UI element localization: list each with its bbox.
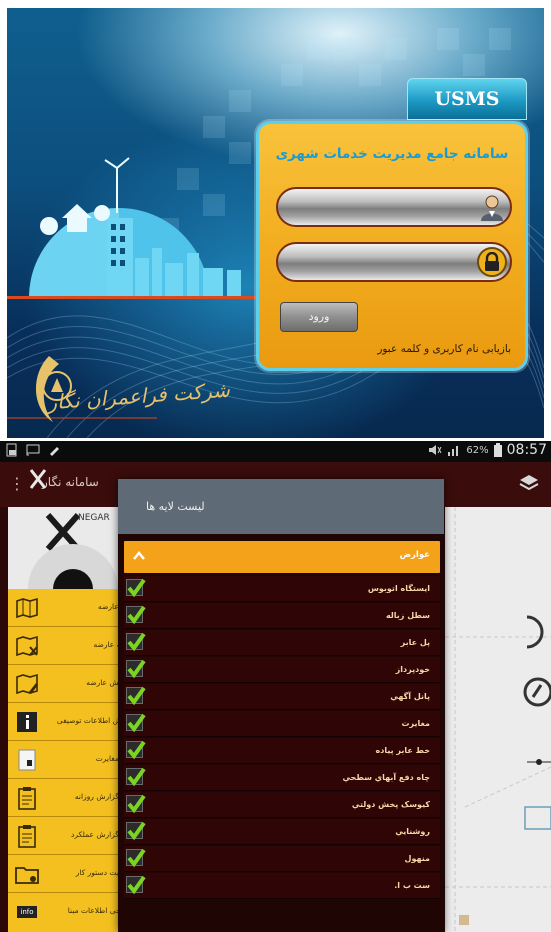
clipboard-icon (14, 822, 40, 850)
info-badge: info (17, 906, 37, 918)
recover-credentials-link[interactable]: بازیابی نام کاربری و کلمه عبور (377, 343, 511, 355)
notification-image-icon (6, 443, 17, 457)
layer-checkbox[interactable] (126, 578, 146, 598)
screenshot-root: شرکت فراعمران نگار USMS سامانه جامع مدیر… (0, 0, 551, 932)
layer-checkbox[interactable] (126, 713, 146, 733)
layer-checkbox[interactable] (126, 848, 146, 868)
layer-row[interactable]: خودپرداز (124, 657, 440, 683)
dialog-title: لیست لایه ها (146, 500, 205, 513)
login-screen: شرکت فراعمران نگار USMS سامانه جامع مدیر… (7, 8, 544, 438)
layer-label: پانل آگهي (390, 692, 430, 701)
layer-label: کیوسک پخش دولتي (351, 800, 430, 809)
drawer-brand-text: NEGAR (78, 513, 110, 523)
layer-checkbox[interactable] (126, 659, 146, 679)
checkmark-icon (127, 605, 146, 625)
map-edit-icon (14, 670, 40, 698)
usms-brand-tab: USMS (407, 78, 527, 120)
info-badge-icon: info (14, 898, 40, 926)
status-system: 62% 08:57 (428, 442, 547, 458)
layer-row[interactable]: کیوسک پخش دولتي (124, 792, 440, 818)
login-button[interactable]: ورود (280, 302, 358, 332)
layer-row[interactable]: سطل زباله (124, 603, 440, 629)
layer-checkbox[interactable] (126, 740, 146, 760)
info-icon (14, 708, 40, 736)
layer-label: ایستگاه اتوبوس (367, 584, 430, 593)
layer-row[interactable]: ایستگاه اتوبوس (124, 576, 440, 602)
battery-icon (493, 443, 502, 457)
layer-label: منهول (404, 854, 430, 863)
battery-percent: 62% (466, 444, 489, 456)
conflict-icon (14, 746, 40, 774)
layer-label: مغایرت (401, 719, 431, 728)
layer-checkbox[interactable] (126, 767, 146, 787)
layer-label: خودپرداز (395, 665, 430, 674)
layer-group-header[interactable]: عوارض (124, 541, 440, 573)
status-notifications (6, 443, 60, 457)
layer-row[interactable]: منهول (124, 846, 440, 872)
layer-checkbox[interactable] (126, 632, 146, 652)
dialog-header: لیست لایه ها (118, 479, 444, 534)
layer-row[interactable]: چاه دفع آبهاي سطحي (124, 765, 440, 791)
layer-checkbox[interactable] (126, 794, 146, 814)
checkmark-icon (127, 632, 146, 652)
checkmark-icon (127, 821, 146, 841)
checkmark-icon (127, 740, 146, 760)
checkmark-icon (127, 578, 146, 598)
mobile-app-screen: 62% 08:57 ⋮ سامانه نگار NEGAR درج عارضه … (0, 441, 551, 932)
folder-icon (14, 860, 40, 888)
notification-pen-icon (50, 447, 59, 456)
layer-label: پل عابر (400, 638, 430, 647)
checkmark-icon (127, 713, 146, 733)
layer-row[interactable]: روشنایي (124, 819, 440, 845)
map-features (445, 507, 551, 932)
notification-cast-icon (26, 444, 40, 456)
city-illustration (7, 157, 267, 299)
lock-icon (477, 247, 507, 277)
checkmark-icon (127, 794, 146, 814)
layer-group-label: عوارض (399, 550, 430, 560)
map-delete-icon (14, 632, 40, 660)
layer-label: سطل زباله (385, 611, 430, 620)
layer-row[interactable]: پانل آگهي (124, 684, 440, 710)
overflow-menu-icon[interactable]: ⋮ (9, 474, 25, 493)
layer-label: چاه دفع آبهاي سطحي (342, 773, 430, 782)
layer-row[interactable]: پل عابر (124, 630, 440, 656)
layer-label: خط عابر پیاده (375, 746, 430, 755)
checkmark-icon (127, 848, 146, 868)
username-field[interactable] (276, 187, 512, 227)
map-view[interactable] (445, 507, 551, 932)
card-title: سامانه جامع مدیریت خدمات شهری (275, 146, 509, 162)
layer-label: روشنایي (395, 827, 430, 836)
mute-icon (429, 445, 442, 455)
layer-row[interactable]: مغایرت (124, 711, 440, 737)
chevron-up-icon[interactable] (132, 549, 146, 563)
checkmark-icon (127, 686, 146, 706)
layer-checkbox[interactable] (126, 821, 146, 841)
layers-icon[interactable] (519, 473, 539, 493)
checkmark-icon (127, 659, 146, 679)
user-icon (477, 192, 507, 222)
layer-row[interactable]: ست ب ا. (124, 873, 440, 899)
clipboard-icon (14, 784, 40, 812)
signal-icon (448, 446, 459, 456)
layers-dialog: لیست لایه ها عوارض ایستگاه اتوبوس سطل زب… (118, 479, 444, 932)
checkmark-icon (127, 875, 146, 895)
layer-checkbox[interactable] (126, 875, 146, 895)
status-bar: 62% 08:57 (0, 441, 551, 462)
layer-label: ست ب ا. (394, 881, 430, 890)
tools-icon (29, 469, 47, 489)
layer-checkbox[interactable] (126, 605, 146, 625)
checkmark-icon (127, 767, 146, 787)
layer-row[interactable]: خط عابر پیاده (124, 738, 440, 764)
map-add-icon (14, 594, 40, 622)
layer-checkbox[interactable] (126, 686, 146, 706)
password-field[interactable] (276, 242, 512, 282)
clock: 08:57 (506, 442, 547, 458)
app-title: سامانه نگار (42, 475, 99, 489)
login-card: سامانه جامع مدیریت خدمات شهری ورود بازیا… (256, 121, 528, 371)
